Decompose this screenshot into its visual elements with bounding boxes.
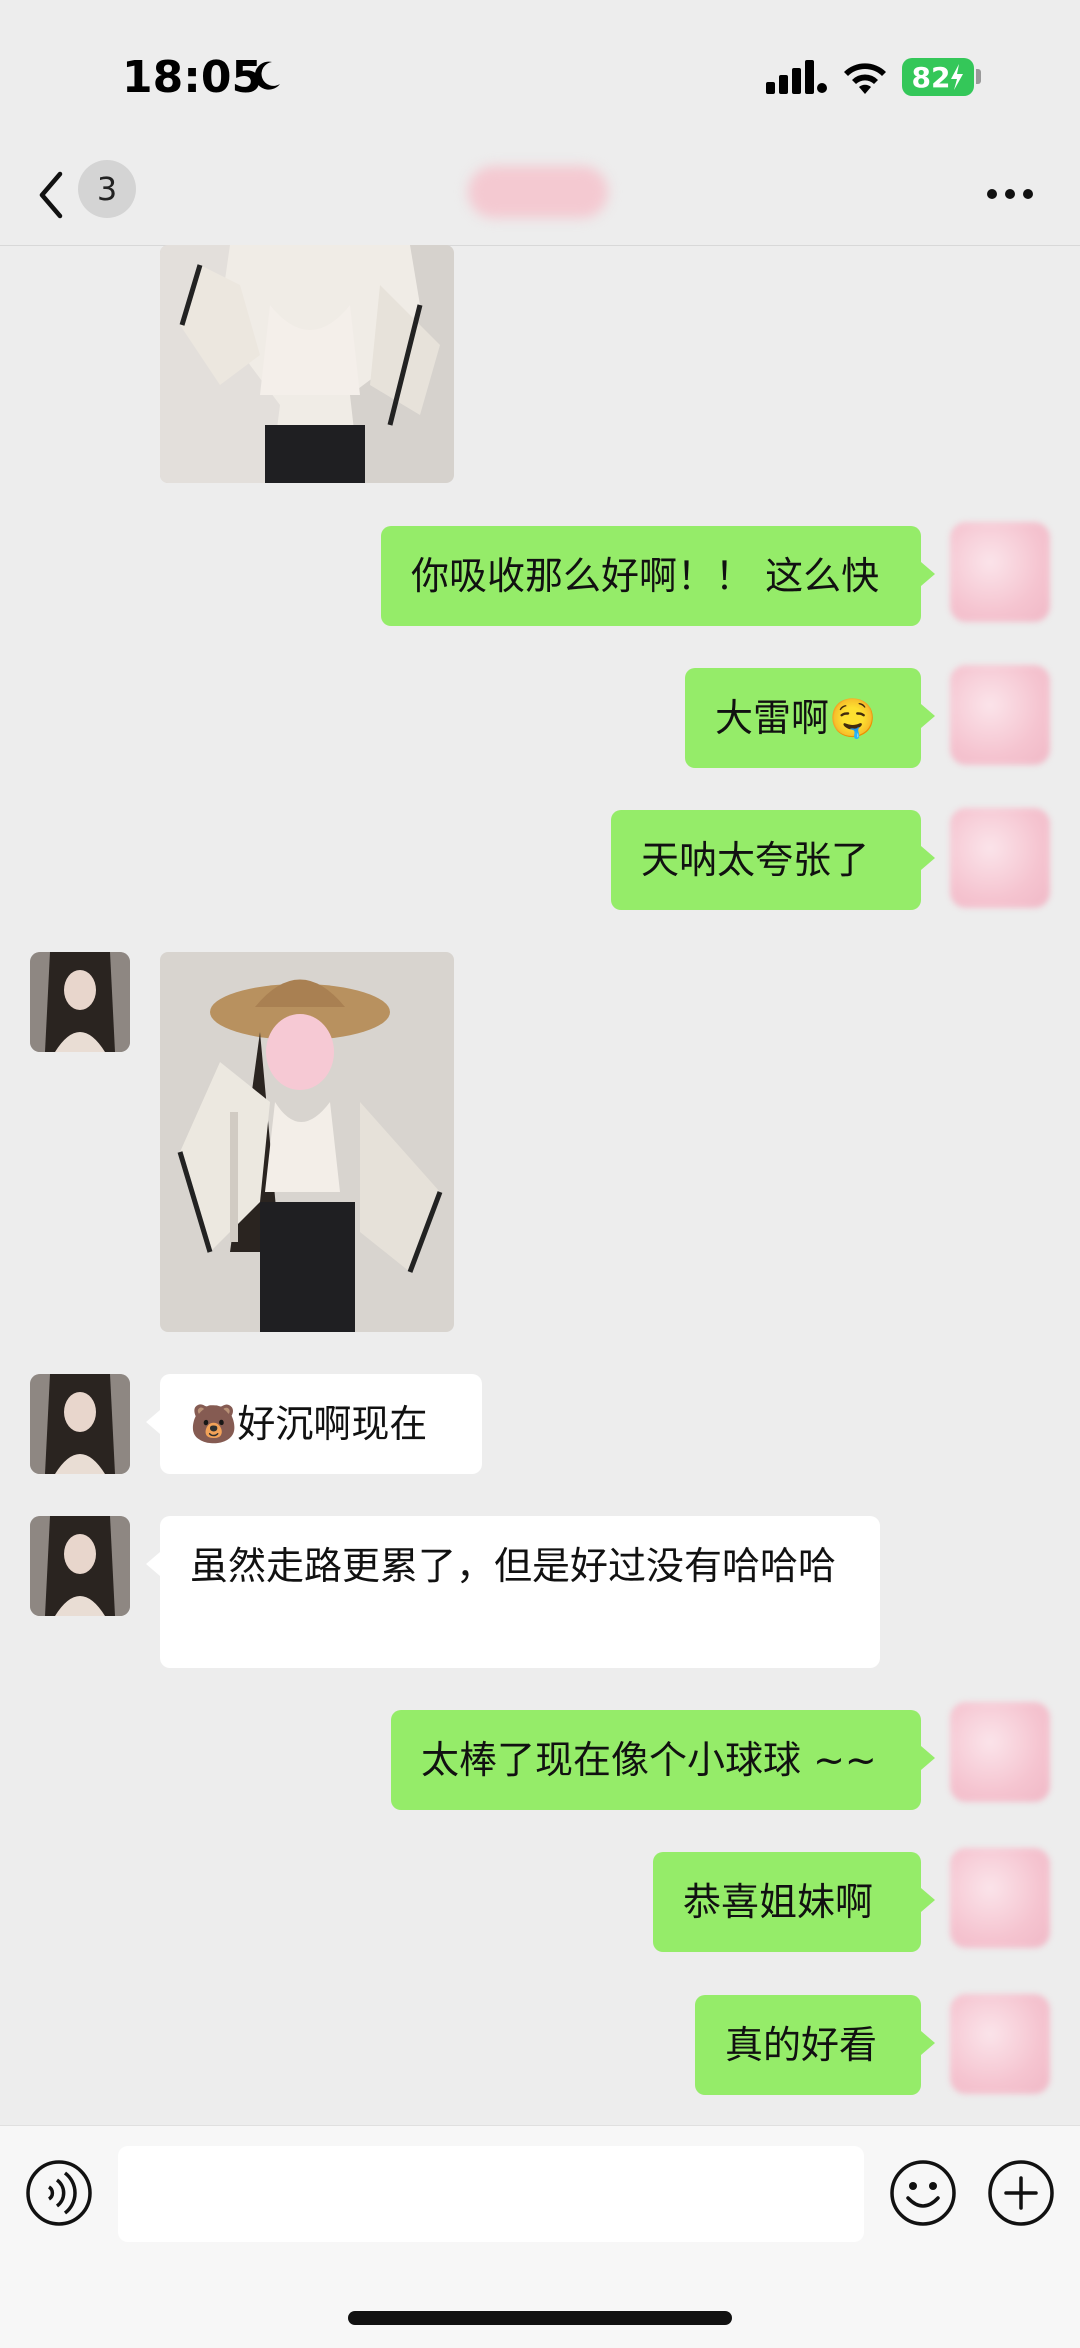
message-text: 太棒了现在像个小球球 ~~ xyxy=(421,1738,877,1782)
message-text: 恭喜姐妹啊 xyxy=(683,1880,874,1924)
friend-avatar-image xyxy=(30,1374,130,1474)
photo-message[interactable] xyxy=(160,245,454,483)
bubble-tail xyxy=(921,704,935,728)
incoming-message-bubble[interactable]: 虽然走路更累了，但是好过没有哈哈哈 xyxy=(160,1516,880,1668)
unread-count-badge[interactable]: 3 xyxy=(78,160,136,218)
my-avatar-redacted[interactable] xyxy=(950,1994,1050,2094)
friend-avatar[interactable] xyxy=(30,1374,130,1474)
outgoing-message-bubble[interactable]: 真的好看 xyxy=(695,1995,921,2095)
battery-indicator: 82 xyxy=(902,58,974,96)
outgoing-message-bubble[interactable]: 大雷啊🤤 xyxy=(685,668,921,768)
friend-avatar[interactable] xyxy=(30,952,130,1052)
voice-icon[interactable] xyxy=(24,2158,94,2228)
photo-image xyxy=(160,245,454,483)
bubble-tail xyxy=(921,1746,935,1770)
moon-icon xyxy=(254,61,280,90)
outgoing-message-bubble[interactable]: 太棒了现在像个小球球 ~~ xyxy=(391,1710,921,1810)
my-avatar-redacted[interactable] xyxy=(950,808,1050,908)
bubble-tail xyxy=(921,1888,935,1912)
wifi-icon xyxy=(844,63,886,94)
friend-avatar[interactable] xyxy=(30,1516,130,1616)
message-text: 🐻好沉啊现在 xyxy=(190,1402,428,1446)
back-icon[interactable] xyxy=(36,170,66,220)
message-input[interactable] xyxy=(118,2146,864,2242)
home-indicator[interactable] xyxy=(348,2311,732,2325)
bubble-tail xyxy=(146,1410,160,1434)
photo-message[interactable] xyxy=(160,952,454,1332)
chat-title-redacted xyxy=(468,166,608,218)
status-bar: 18:05 82 xyxy=(0,0,1080,150)
friend-avatar-image xyxy=(30,1516,130,1616)
friend-avatar-image xyxy=(30,952,130,1052)
my-avatar-redacted[interactable] xyxy=(950,522,1050,622)
my-avatar-redacted[interactable] xyxy=(950,1702,1050,1802)
status-time: 18:05 xyxy=(122,52,263,103)
my-avatar-redacted[interactable] xyxy=(950,665,1050,765)
bubble-tail xyxy=(921,562,935,586)
outgoing-message-bubble[interactable]: 恭喜姐妹啊 xyxy=(653,1852,921,1952)
incoming-message-bubble[interactable]: 🐻好沉啊现在 xyxy=(160,1374,482,1474)
message-text: 大雷啊🤤 xyxy=(715,696,877,740)
message-text: 你吸收那么好啊！！ 这么快 xyxy=(411,554,880,598)
emoji-icon[interactable] xyxy=(888,2158,958,2228)
message-text: 虽然走路更累了，但是好过没有哈哈哈 xyxy=(190,1544,837,1588)
bubble-tail xyxy=(146,1552,160,1576)
message-text: 真的好看 xyxy=(725,2023,878,2067)
bubble-tail xyxy=(921,846,935,870)
outgoing-message-bubble[interactable]: 你吸收那么好啊！！ 这么快 xyxy=(381,526,921,626)
battery-nub xyxy=(976,69,981,84)
signal-icon xyxy=(766,60,827,94)
photo-image xyxy=(160,952,454,1332)
more-icon[interactable] xyxy=(986,188,1034,200)
outgoing-message-bubble[interactable]: 天呐太夸张了 xyxy=(611,810,921,910)
charging-bolt-icon xyxy=(951,64,964,90)
bubble-tail xyxy=(921,2031,935,2055)
message-text: 天呐太夸张了 xyxy=(641,838,870,882)
plus-icon[interactable] xyxy=(986,2158,1056,2228)
my-avatar-redacted[interactable] xyxy=(950,1848,1050,1948)
battery-level: 82 xyxy=(911,60,951,94)
